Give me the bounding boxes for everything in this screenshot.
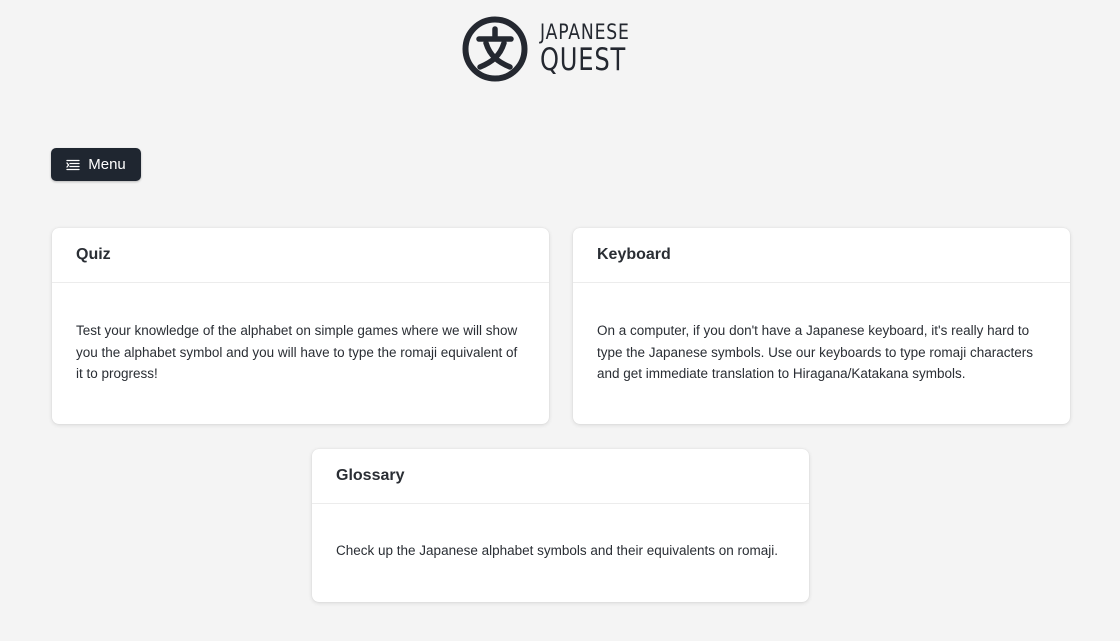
quiz-card[interactable]: Quiz Test your knowledge of the alphabet… [52, 228, 549, 424]
quiz-card-description: Test your knowledge of the alphabet on s… [76, 323, 518, 381]
glossary-card-header: Glossary [312, 449, 809, 504]
site-logo[interactable]: JAPANESE QUEST [462, 14, 642, 84]
logo-wordmark: JAPANESE QUEST [540, 22, 650, 76]
list-menu-icon [66, 159, 80, 170]
keyboard-card[interactable]: Keyboard On a computer, if you don't hav… [573, 228, 1070, 424]
glossary-card-description: Check up the Japanese alphabet symbols a… [336, 543, 779, 558]
page: JAPANESE QUEST Menu Quiz Test your knowl… [0, 0, 1120, 641]
menu-button[interactable]: Menu [51, 148, 141, 181]
logo-line-quest: QUEST [540, 42, 627, 78]
keyboard-card-description: On a computer, if you don't have a Japan… [597, 323, 1033, 381]
menu-button-label: Menu [88, 156, 126, 173]
keyboard-card-header: Keyboard [573, 228, 1070, 283]
glossary-card[interactable]: Glossary Check up the Japanese alphabet … [312, 449, 809, 602]
logo-line-japanese: JAPANESE [540, 20, 630, 44]
glossary-card-title: Glossary [336, 467, 405, 484]
quiz-card-header: Quiz [52, 228, 549, 283]
quiz-card-title: Quiz [76, 246, 111, 263]
keyboard-card-title: Keyboard [597, 246, 671, 263]
kanji-bun-circle-icon [462, 16, 528, 82]
